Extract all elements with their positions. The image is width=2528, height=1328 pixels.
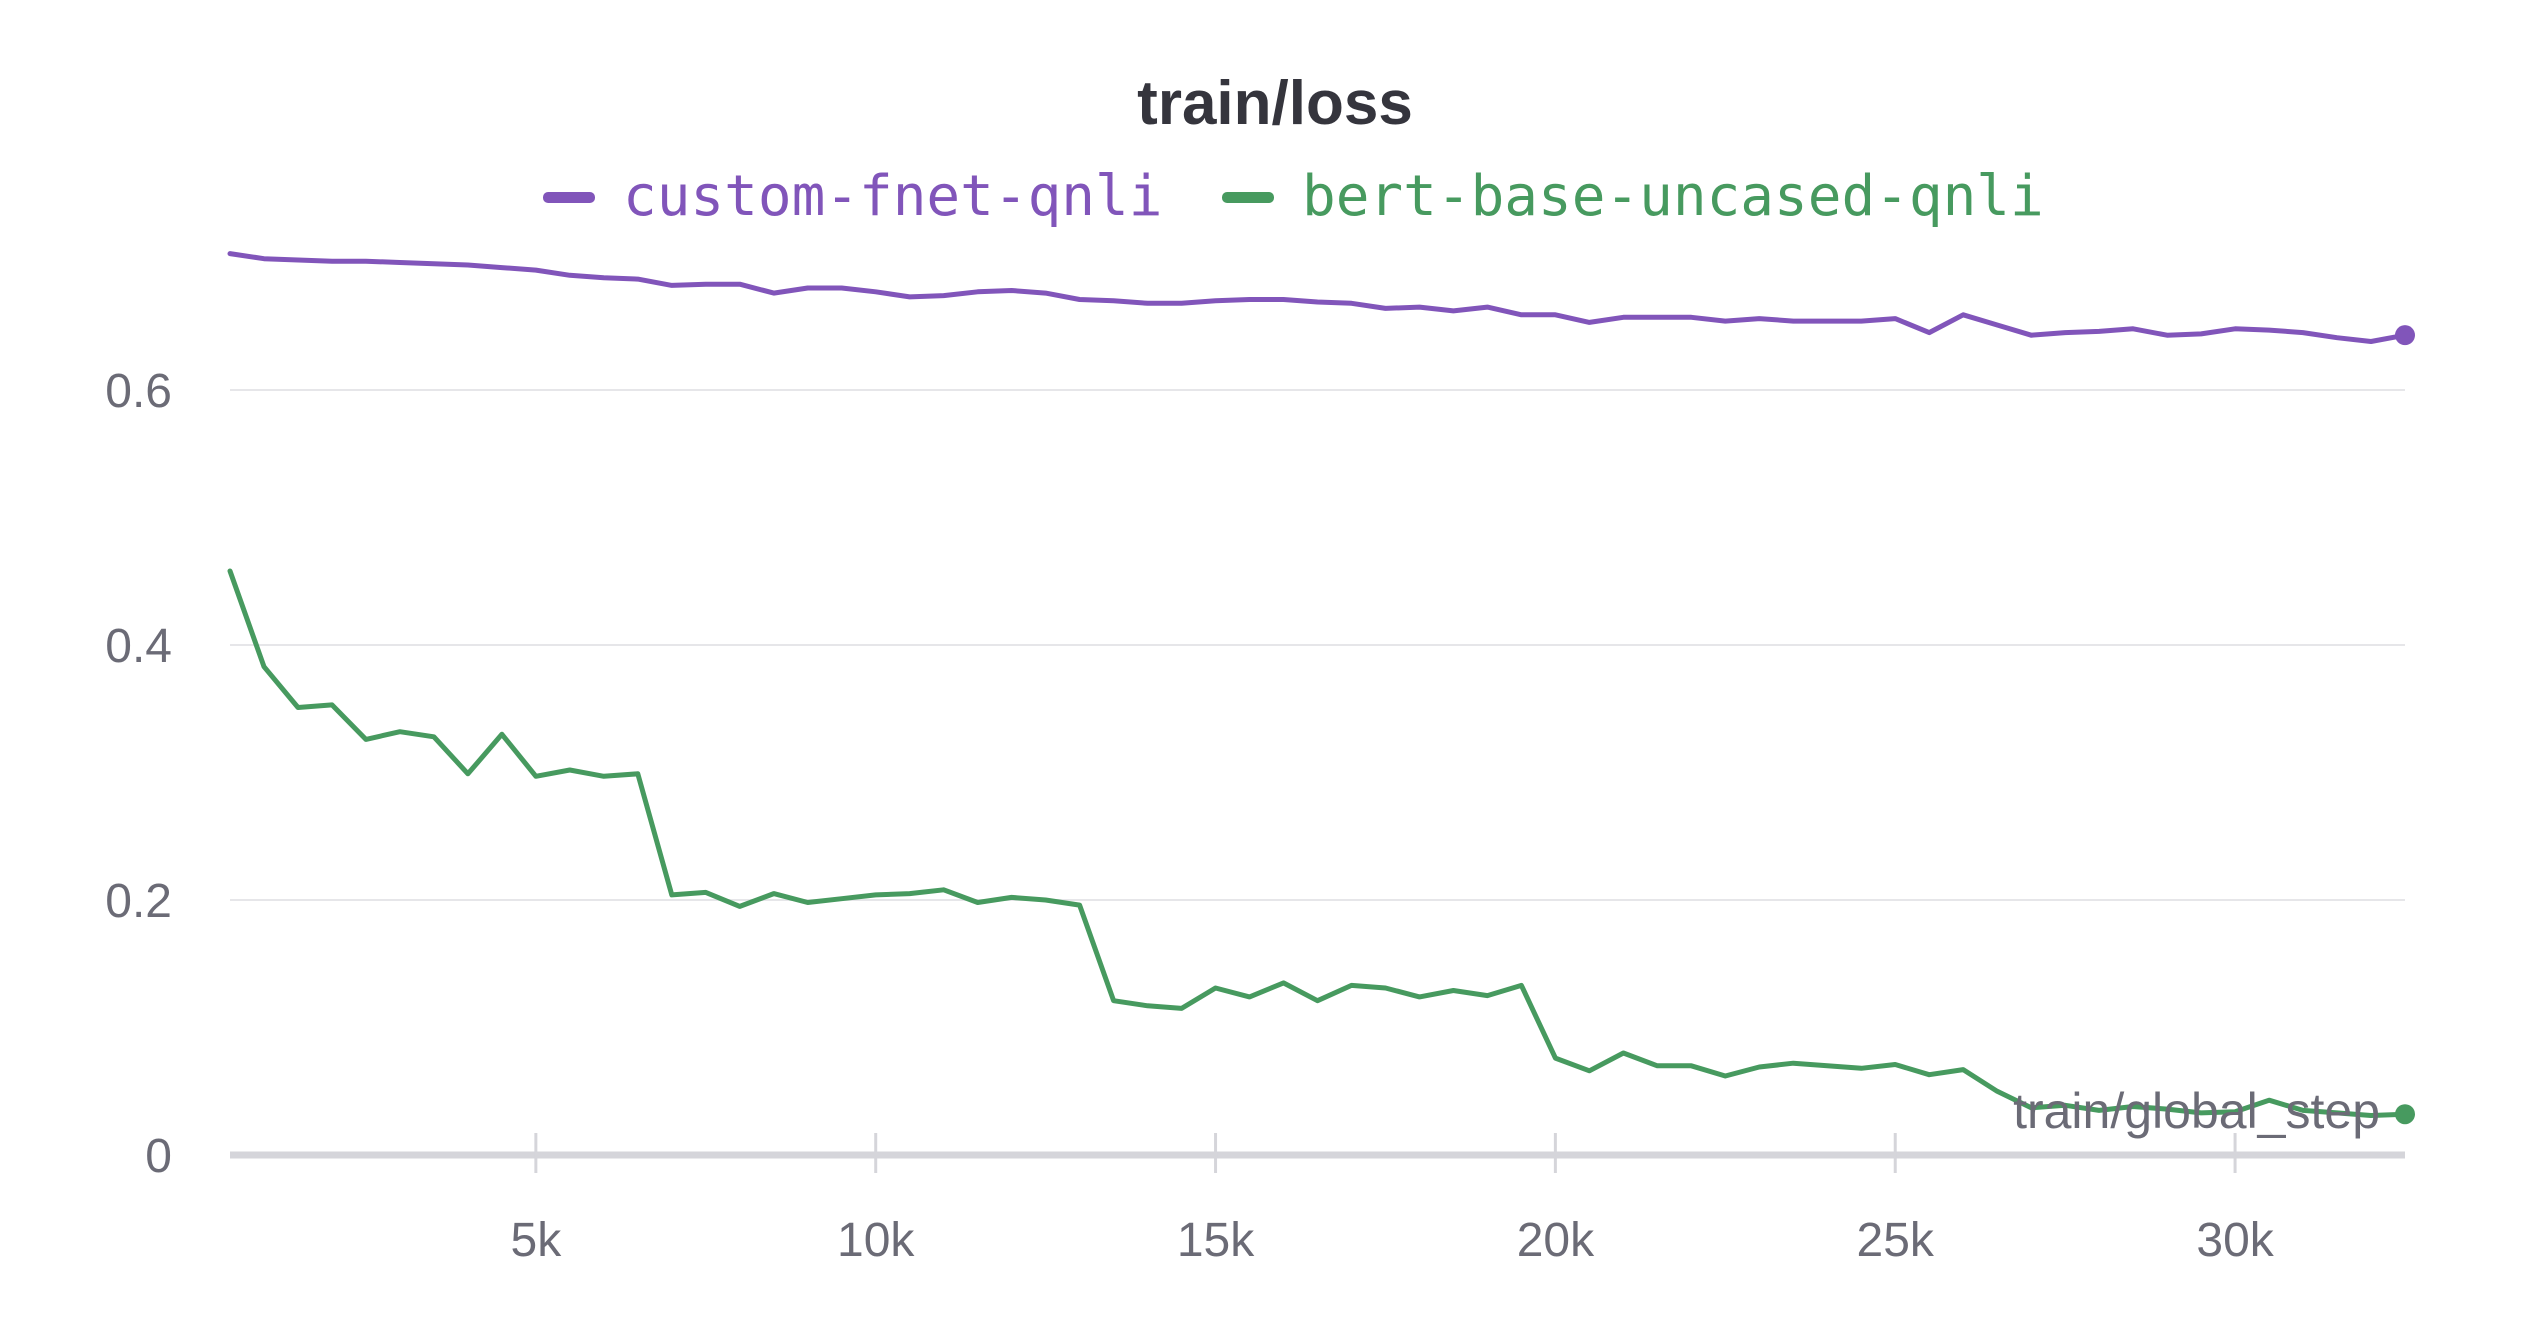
legend-label-bert-base-uncased-qnli: bert-base-uncased-qnli xyxy=(1302,164,2044,229)
series-line-bert-base-uncased-qnli xyxy=(227,568,2408,1118)
legend-swatch-bert-base-uncased-qnli xyxy=(1222,192,1274,203)
series-end-marker-bert-base-uncased-qnli xyxy=(2395,1104,2415,1125)
y-tick-label: 0 xyxy=(145,1130,172,1183)
grid-lines xyxy=(230,389,2405,901)
series-end-marker-custom-fnet-qnli xyxy=(2395,325,2415,346)
x-tick-label: 25k xyxy=(1857,1214,1935,1267)
y-tick-label: 0.2 xyxy=(105,875,172,928)
x-tick-label: 30k xyxy=(2196,1214,2274,1267)
x-tick-label: 10k xyxy=(837,1214,915,1267)
x-tick-label: 5k xyxy=(511,1214,563,1267)
y-tick-label: 0.6 xyxy=(105,365,172,418)
x-tick-label: 15k xyxy=(1177,1214,1255,1267)
x-tick-label: 20k xyxy=(1517,1214,1595,1267)
chart-container: 0 0.2 0.4 0.6 5k 10k 15k 20k 25k 30k train/loss c… xyxy=(0,0,2528,1328)
legend[interactable]: custom-fnet-qnli bert-base-uncased-qnli xyxy=(543,164,2044,229)
tick-labels: 0 0.2 0.4 0.6 5k 10k 15k 20k 25k 30k xyxy=(105,365,2275,1267)
legend-swatch-custom-fnet-qnli xyxy=(543,192,595,203)
x-axis xyxy=(230,1133,2405,1173)
y-tick-label: 0.4 xyxy=(105,620,172,673)
legend-label-custom-fnet-qnli: custom-fnet-qnli xyxy=(623,164,1162,229)
series-lines xyxy=(227,251,2415,1125)
line-chart: 0 0.2 0.4 0.6 5k 10k 15k 20k 25k 30k train/loss c… xyxy=(105,69,2415,1267)
x-axis-title: train/global_step xyxy=(2013,1083,2380,1139)
series-line-custom-fnet-qnli xyxy=(227,251,2408,344)
chart-title: train/loss xyxy=(1137,69,1413,138)
